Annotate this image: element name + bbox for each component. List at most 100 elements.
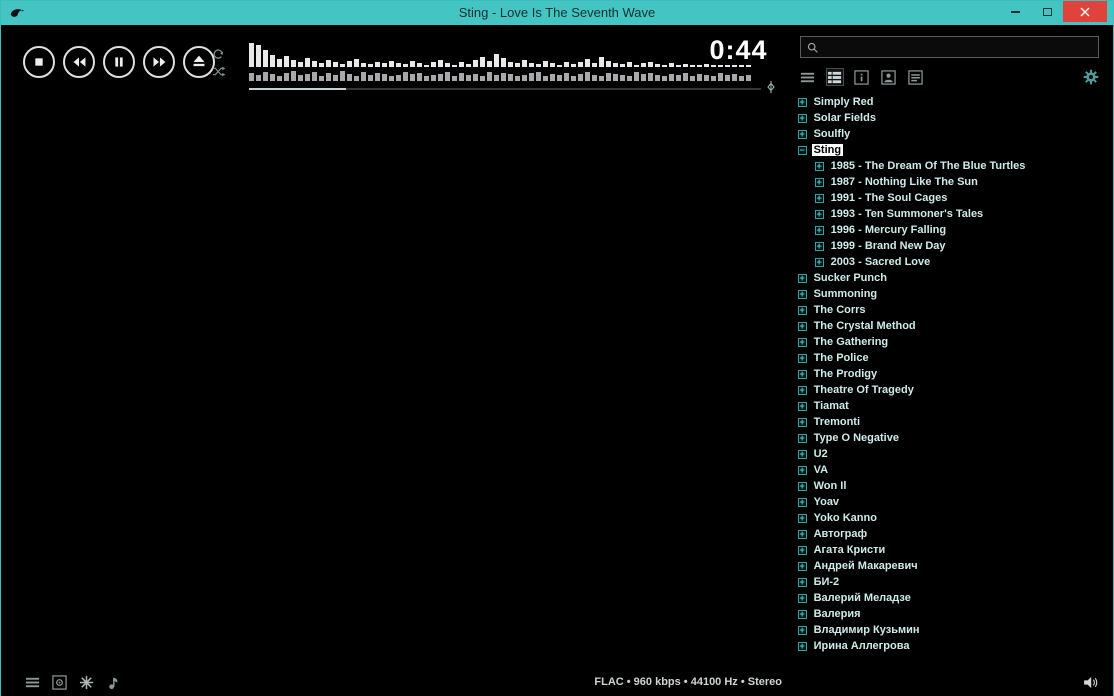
- expand-icon[interactable]: +: [815, 210, 824, 219]
- tree-item-artist[interactable]: +Tremonti: [798, 414, 1113, 430]
- expand-icon[interactable]: +: [798, 306, 807, 315]
- settings-gear-icon[interactable]: [1083, 69, 1099, 85]
- close-button[interactable]: [1063, 1, 1107, 22]
- expand-icon[interactable]: +: [815, 242, 824, 251]
- cover-art-icon[interactable]: [52, 675, 67, 690]
- expand-icon[interactable]: +: [815, 178, 824, 187]
- repeat-icon[interactable]: [211, 47, 226, 62]
- spectrum-bar: [340, 64, 345, 67]
- visualization-icon[interactable]: [79, 675, 94, 690]
- tree-item-artist[interactable]: +Андрей Макаревич: [798, 558, 1113, 574]
- tree-item-album[interactable]: +1985 - The Dream Of The Blue Turtles: [798, 158, 1113, 174]
- expand-icon[interactable]: +: [798, 626, 807, 635]
- volume-button[interactable]: [1082, 674, 1099, 691]
- maximize-button[interactable]: [1031, 1, 1063, 22]
- expand-icon[interactable]: +: [798, 274, 807, 283]
- tree-item-artist[interactable]: +БИ-2: [798, 574, 1113, 590]
- info-icon[interactable]: [854, 69, 870, 85]
- expand-icon[interactable]: +: [798, 642, 807, 651]
- tree-item-album[interactable]: +2003 - Sacred Love: [798, 254, 1113, 270]
- rewind-button[interactable]: [63, 46, 95, 78]
- expand-icon[interactable]: +: [815, 162, 824, 171]
- tree-item-artist[interactable]: +Автограф: [798, 526, 1113, 542]
- tree-item-album[interactable]: +1996 - Mercury Falling: [798, 222, 1113, 238]
- tree-item-artist[interactable]: +Summoning: [798, 286, 1113, 302]
- tree-item-artist[interactable]: +Type O Negative: [798, 430, 1113, 446]
- view-columns-icon[interactable]: [827, 69, 843, 85]
- expand-icon[interactable]: +: [798, 322, 807, 331]
- stop-button[interactable]: [23, 46, 55, 78]
- tree-item-artist[interactable]: +Ирина Аллегрова: [798, 638, 1113, 654]
- expand-icon[interactable]: +: [798, 514, 807, 523]
- tree-item-album[interactable]: +1987 - Nothing Like The Sun: [798, 174, 1113, 190]
- tree-item-artist[interactable]: +Theatre Of Tragedy: [798, 382, 1113, 398]
- expand-icon[interactable]: +: [798, 98, 807, 107]
- spectrum-bar: [683, 73, 688, 81]
- tree-item-artist[interactable]: +Агата Кристи: [798, 542, 1113, 558]
- expand-icon[interactable]: +: [798, 290, 807, 299]
- expand-icon[interactable]: +: [798, 610, 807, 619]
- tree-item-artist[interactable]: +Sucker Punch: [798, 270, 1113, 286]
- view-list-icon[interactable]: [800, 69, 816, 85]
- expand-icon[interactable]: +: [815, 258, 824, 267]
- expand-icon[interactable]: +: [798, 594, 807, 603]
- expand-icon[interactable]: +: [798, 562, 807, 571]
- tree-item-album[interactable]: +1991 - The Soul Cages: [798, 190, 1113, 206]
- tree-item-artist[interactable]: +Tiamat: [798, 398, 1113, 414]
- expand-icon[interactable]: +: [798, 130, 807, 139]
- tree-item-artist[interactable]: +U2: [798, 446, 1113, 462]
- tree-item-artist[interactable]: +Yoko Kanno: [798, 510, 1113, 526]
- tree-item-album[interactable]: +1993 - Ten Summoner's Tales: [798, 206, 1113, 222]
- expand-icon[interactable]: +: [798, 466, 807, 475]
- expand-icon[interactable]: +: [798, 402, 807, 411]
- tree-item-artist[interactable]: +VA: [798, 462, 1113, 478]
- tree-item-artist[interactable]: +Soulfly: [798, 126, 1113, 142]
- expand-icon[interactable]: +: [815, 194, 824, 203]
- seek-bar[interactable]: [249, 88, 761, 90]
- artist-photo-icon[interactable]: [881, 69, 897, 85]
- expand-icon[interactable]: +: [798, 578, 807, 587]
- pause-button[interactable]: [103, 46, 135, 78]
- tree-item-artist[interactable]: +Владимир Кузьмин: [798, 622, 1113, 638]
- expand-icon[interactable]: +: [798, 434, 807, 443]
- tree-item-album[interactable]: +1999 - Brand New Day: [798, 238, 1113, 254]
- tree-item-artist[interactable]: +The Police: [798, 350, 1113, 366]
- tree-item-artist[interactable]: +The Crystal Method: [798, 318, 1113, 334]
- tree-item-artist[interactable]: −Sting: [798, 142, 1113, 158]
- tree-item-artist[interactable]: +Simply Red: [798, 94, 1113, 110]
- expand-icon[interactable]: +: [798, 530, 807, 539]
- expand-icon[interactable]: +: [798, 386, 807, 395]
- collapse-icon[interactable]: −: [798, 146, 807, 155]
- expand-icon[interactable]: +: [798, 338, 807, 347]
- music-note-icon[interactable]: [106, 675, 121, 690]
- search-input[interactable]: [823, 38, 1093, 56]
- expand-icon[interactable]: +: [798, 546, 807, 555]
- spectrum-bar: [382, 74, 387, 81]
- minimize-button[interactable]: [999, 1, 1031, 22]
- tree-item-artist[interactable]: +The Prodigy: [798, 366, 1113, 382]
- playlist-icon[interactable]: [25, 675, 40, 690]
- tree-item-artist[interactable]: +The Corrs: [798, 302, 1113, 318]
- shuffle-icon[interactable]: [211, 64, 226, 79]
- expand-icon[interactable]: +: [798, 114, 807, 123]
- visualization-canvas[interactable]: [11, 99, 790, 667]
- tree-item-artist[interactable]: +Yoav: [798, 494, 1113, 510]
- tree-item-artist[interactable]: +Валерий Меладзе: [798, 590, 1113, 606]
- expand-icon[interactable]: +: [798, 418, 807, 427]
- tree-item-artist[interactable]: +Won Il: [798, 478, 1113, 494]
- expand-icon[interactable]: +: [798, 482, 807, 491]
- expand-icon[interactable]: +: [798, 498, 807, 507]
- fast-forward-button[interactable]: [143, 46, 175, 78]
- search-box[interactable]: [800, 36, 1099, 58]
- tree-item-artist[interactable]: +Валерия: [798, 606, 1113, 622]
- tree-item-artist[interactable]: +Solar Fields: [798, 110, 1113, 126]
- expand-icon[interactable]: +: [798, 354, 807, 363]
- seek-marker-icon[interactable]: [764, 80, 778, 94]
- spectrum-bar: [529, 63, 534, 67]
- titlebar[interactable]: Sting - Love Is The Seventh Wave: [1, 1, 1113, 25]
- properties-icon[interactable]: [908, 69, 924, 85]
- expand-icon[interactable]: +: [815, 226, 824, 235]
- tree-item-artist[interactable]: +The Gathering: [798, 334, 1113, 350]
- expand-icon[interactable]: +: [798, 450, 807, 459]
- expand-icon[interactable]: +: [798, 370, 807, 379]
